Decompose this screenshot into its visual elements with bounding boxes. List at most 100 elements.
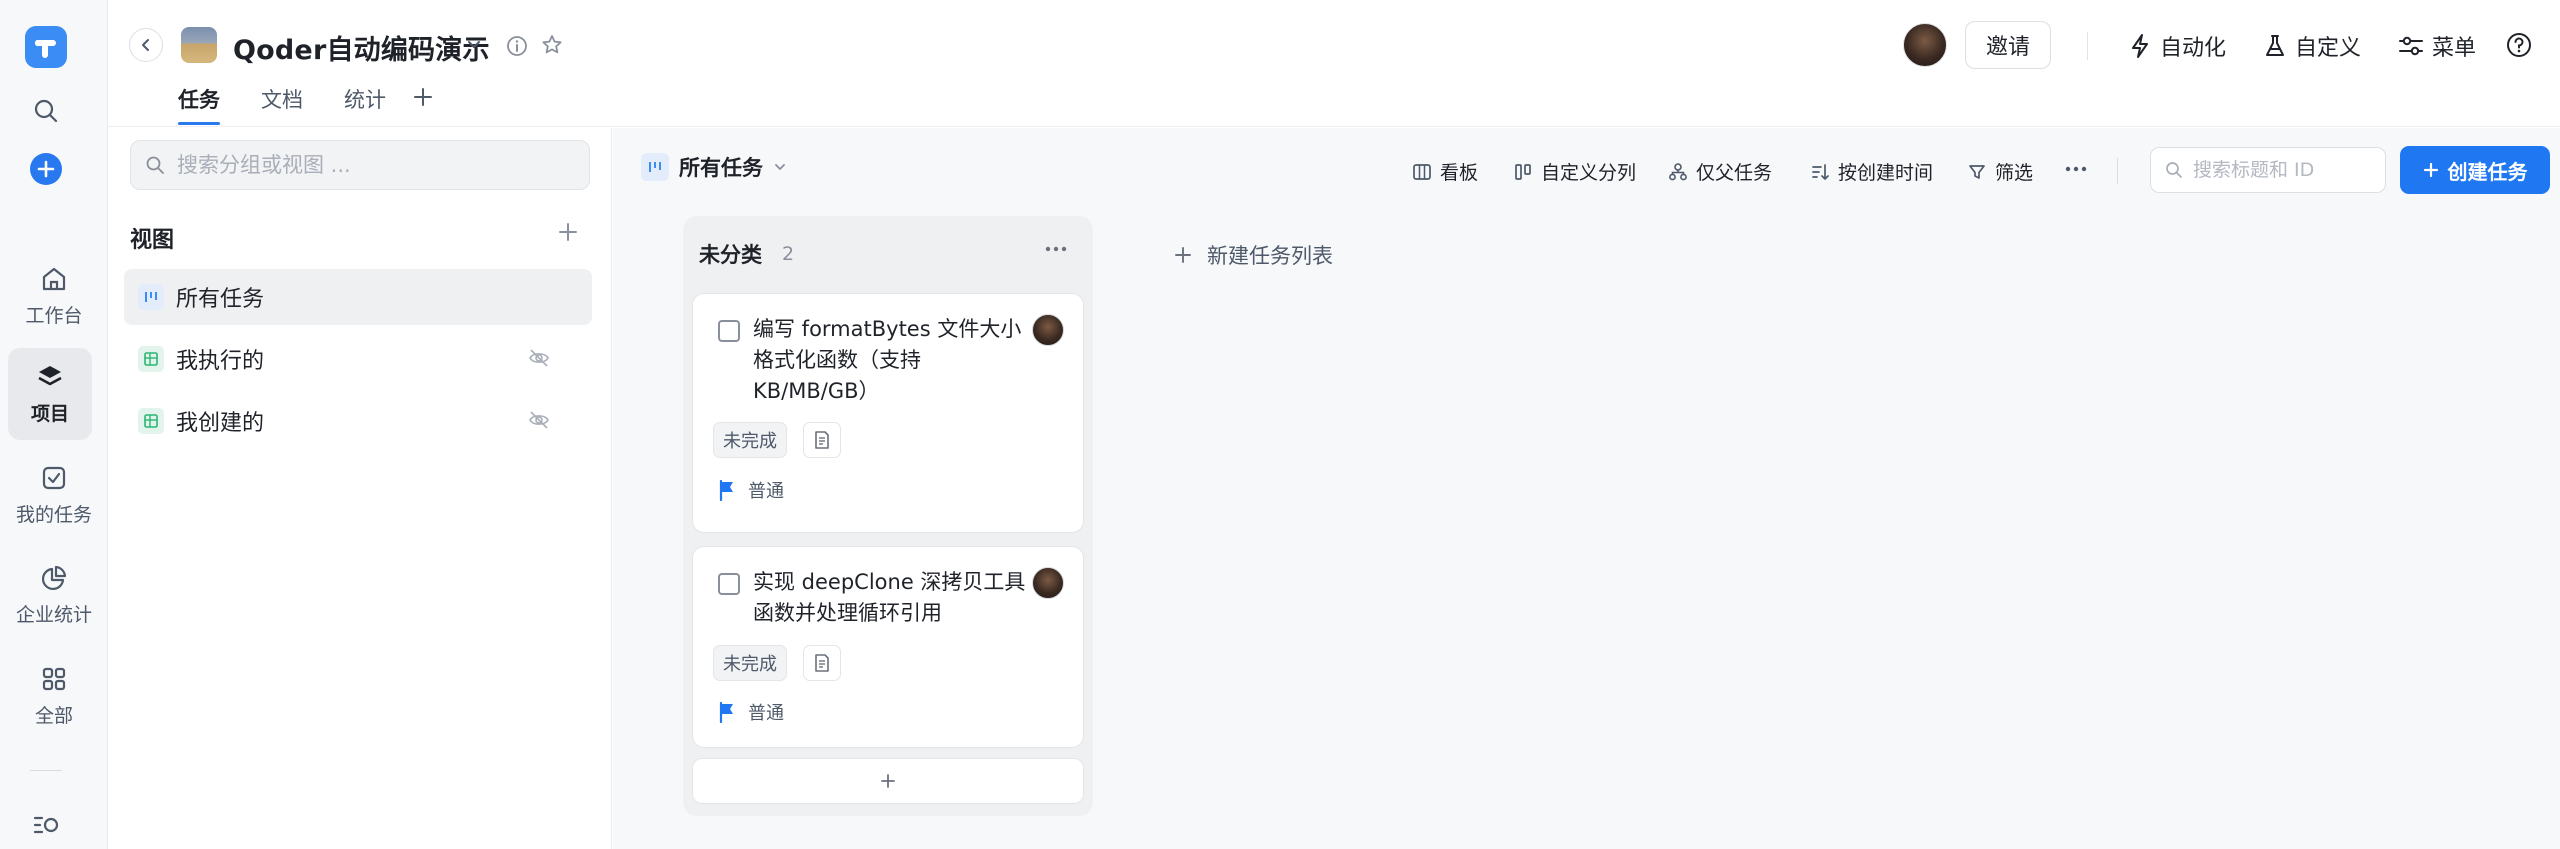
customize-button[interactable]: 自定义 (2263, 30, 2361, 62)
automation-button[interactable]: 自动化 (2128, 30, 2226, 62)
toolbar-divider (2117, 158, 2118, 184)
rail-divider (30, 770, 62, 771)
rail-item-workbench[interactable]: 工作台 (0, 250, 108, 342)
rail-item-label: 工作台 (25, 305, 83, 327)
flag-icon (719, 479, 733, 501)
layers-icon (35, 362, 65, 392)
filter-icon (1969, 164, 1985, 179)
plus-icon (2423, 162, 2438, 178)
rail-item-all[interactable]: 全部 (0, 650, 108, 742)
document-icon[interactable] (803, 645, 841, 681)
task-title[interactable]: 实现 deepClone 深拷贝工具函数并处理循环引用 (753, 567, 1033, 629)
info-icon[interactable] (506, 35, 528, 57)
task-checkbox[interactable] (718, 320, 740, 342)
views-search[interactable] (130, 140, 590, 190)
grid-icon (39, 664, 69, 694)
parent-only-button[interactable]: 仅父任务 (1668, 158, 1772, 185)
rail-item-enterprise-stats[interactable]: 企业统计 (0, 549, 108, 641)
views-panel: 视图 所有任务 我执行的 我创建的 (108, 128, 612, 849)
board-view-icon (641, 153, 669, 181)
views-search-input[interactable] (177, 153, 557, 177)
view-item-assigned-to-me[interactable]: 我执行的 (124, 331, 592, 387)
project-title[interactable]: Qoder自动编码演示 (233, 28, 490, 67)
assignee-avatar[interactable] (1032, 567, 1064, 599)
chevron-down-icon[interactable] (466, 36, 482, 52)
collapse-menu-icon[interactable] (27, 806, 65, 844)
help-icon[interactable] (2506, 32, 2532, 58)
view-item-all-tasks[interactable]: 所有任务 (124, 269, 592, 325)
table-view-icon (138, 408, 164, 434)
create-task-button[interactable]: 创建任务 (2400, 146, 2550, 194)
priority-indicator[interactable]: 普通 (718, 699, 784, 725)
table-view-icon (138, 346, 164, 372)
rail-item-my-tasks[interactable]: 我的任务 (0, 449, 108, 541)
board-area: 所有任务 看板 自定义分列 仅父任务 按创建时间 筛选 创建任务 未分类 2 (613, 128, 2560, 849)
invite-button[interactable]: 邀请 (1965, 21, 2051, 69)
project-tabs: 任务 文档 统计 (178, 84, 427, 125)
tab-stats[interactable]: 统计 (344, 84, 386, 124)
parent-only-label: 仅父任务 (1696, 162, 1773, 184)
task-card[interactable]: 编写 formatBytes 文件大小格式化函数（支持KB/MB/GB） 未完成… (692, 293, 1084, 533)
add-view-icon[interactable] (557, 221, 579, 243)
header-divider (2087, 32, 2088, 60)
view-item-created-by-me[interactable]: 我创建的 (124, 393, 592, 449)
column-count: 2 (782, 243, 795, 265)
tab-docs[interactable]: 文档 (261, 84, 303, 124)
columns-icon (1515, 163, 1531, 180)
customize-label: 自定义 (2295, 36, 2362, 61)
task-column: 未分类 2 编写 formatBytes 文件大小格式化函数（支持KB/MB/G… (683, 216, 1093, 816)
menu-label: 菜单 (2432, 36, 2477, 61)
chevron-down-icon (775, 164, 785, 170)
flag-icon (719, 701, 733, 723)
task-title[interactable]: 编写 formatBytes 文件大小格式化函数（支持KB/MB/GB） (753, 314, 1033, 407)
pie-chart-icon (39, 563, 69, 593)
column-more-icon[interactable] (1045, 246, 1067, 252)
search-icon[interactable] (27, 92, 65, 130)
search-icon (146, 156, 164, 174)
search-icon (2166, 162, 2182, 178)
kanban-label: 看板 (1440, 162, 1479, 184)
user-avatar[interactable] (1903, 23, 1947, 67)
rail-item-project[interactable]: 项目 (8, 348, 92, 440)
lightning-icon (2132, 34, 2148, 58)
current-view-selector[interactable]: 所有任务 (641, 152, 787, 182)
filter-button[interactable]: 筛选 (1967, 158, 2033, 185)
status-badge[interactable]: 未完成 (713, 422, 787, 458)
view-item-label: 所有任务 (176, 287, 265, 312)
priority-indicator[interactable]: 普通 (718, 477, 784, 503)
add-task-button[interactable] (692, 758, 1084, 804)
tab-tasks[interactable]: 任务 (178, 84, 220, 125)
eye-off-icon[interactable] (528, 410, 550, 430)
status-badge[interactable]: 未完成 (713, 645, 787, 681)
rail-item-label: 项目 (30, 403, 69, 425)
checkbox-icon (39, 463, 69, 493)
assignee-avatar[interactable] (1032, 314, 1064, 346)
menu-button[interactable]: 菜单 (2398, 30, 2476, 62)
custom-columns-label: 自定义分列 (1541, 162, 1637, 184)
task-search-input[interactable] (2193, 159, 2373, 181)
project-header: Qoder自动编码演示 任务 文档 统计 邀请 自动化 自定义 菜单 (108, 0, 2560, 127)
sort-label: 按创建时间 (1838, 162, 1934, 184)
more-options-icon[interactable] (2065, 166, 2087, 172)
kanban-button[interactable]: 看板 (1412, 158, 1478, 185)
back-button[interactable] (129, 28, 163, 62)
custom-columns-button[interactable]: 自定义分列 (1513, 158, 1636, 185)
task-search[interactable] (2150, 147, 2386, 193)
new-task-list-button[interactable]: 新建任务列表 (1173, 240, 1333, 270)
eye-off-icon[interactable] (528, 348, 550, 368)
sort-icon (1812, 163, 1829, 180)
star-icon[interactable] (540, 33, 564, 57)
project-avatar (181, 27, 217, 63)
kanban-icon (1413, 163, 1431, 180)
rail-item-label: 我的任务 (15, 504, 92, 526)
column-title[interactable]: 未分类 (699, 239, 762, 269)
task-checkbox[interactable] (718, 573, 740, 595)
add-tab-icon[interactable] (412, 86, 434, 108)
sliders-icon (2399, 36, 2423, 56)
quick-add-button[interactable] (30, 153, 62, 185)
sort-button[interactable]: 按创建时间 (1810, 158, 1933, 185)
new-task-list-label: 新建任务列表 (1207, 244, 1333, 268)
document-icon[interactable] (803, 422, 841, 458)
task-card[interactable]: 实现 deepClone 深拷贝工具函数并处理循环引用 未完成 普通 (692, 546, 1084, 748)
app-logo-icon[interactable] (25, 26, 67, 68)
